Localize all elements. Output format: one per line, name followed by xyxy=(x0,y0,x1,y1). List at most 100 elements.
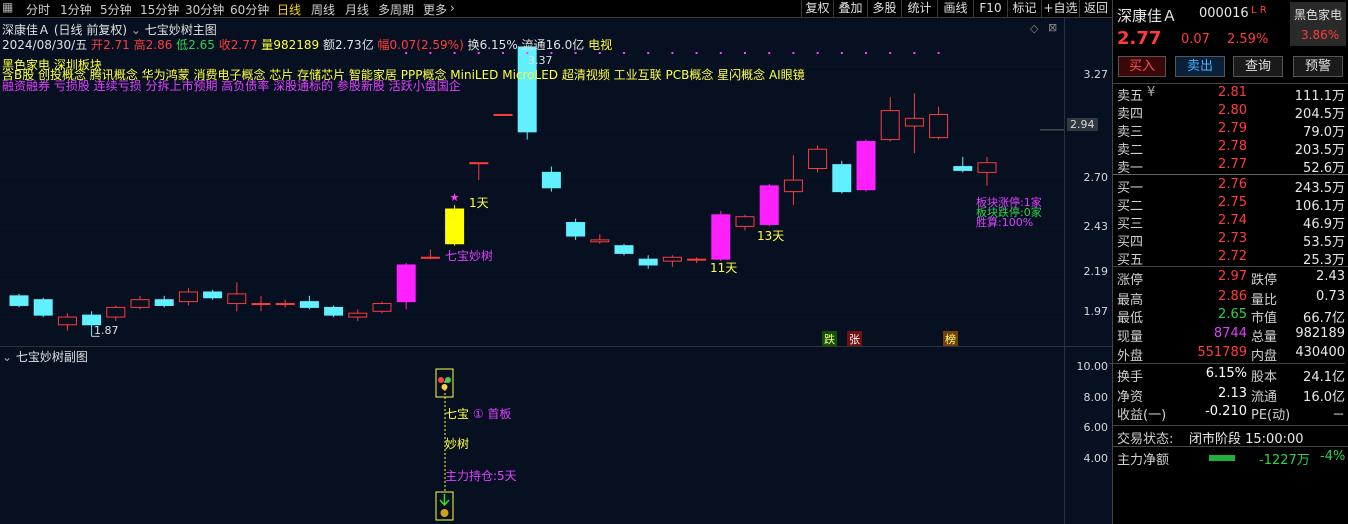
tab-1min[interactable]: 1分钟 xyxy=(60,1,92,18)
tick-label: 4.00 xyxy=(1083,452,1109,465)
alert-button[interactable]: 预警 xyxy=(1293,56,1343,77)
marker-dot xyxy=(695,52,698,54)
candle-body xyxy=(227,293,247,305)
amount-label: 额 xyxy=(322,38,335,52)
ask-row[interactable]: 卖五 ¥2.81 111.1万 xyxy=(1117,85,1345,104)
candle-body xyxy=(541,171,561,189)
bid-row[interactable]: 买一 2.76 243.5万 xyxy=(1117,177,1345,196)
marker-dot xyxy=(937,52,940,54)
ask-row[interactable]: 卖四 2.80 204.5万 xyxy=(1117,103,1345,122)
bid-row[interactable]: 买五 2.72 25.3万 xyxy=(1117,249,1345,268)
tag-die[interactable]: 跌 xyxy=(822,331,837,347)
tab-30min[interactable]: 30分钟 xyxy=(185,1,224,18)
tab-15min[interactable]: 15分钟 xyxy=(140,1,179,18)
bid-level-label: 买二 xyxy=(1117,199,1144,214)
bid-price: 2.75 xyxy=(1218,195,1247,210)
ask-row[interactable]: 卖三 2.79 79.0万 xyxy=(1117,121,1345,140)
bid-row[interactable]: 买四 2.73 53.5万 xyxy=(1117,231,1345,250)
period-toolbar: ▦ 分时 1分钟 5分钟 15分钟 30分钟 60分钟 日线 周线 月线 多周期… xyxy=(0,0,1112,18)
tab-monthly[interactable]: 月线 xyxy=(345,1,369,18)
tab-multi-period[interactable]: 多周期 xyxy=(378,1,414,18)
ask-volume: 111.1万 xyxy=(1294,89,1345,104)
tag-bang[interactable]: 榜 xyxy=(943,331,958,347)
stat-row: 涨停 2.97 跌停 2.43 xyxy=(1117,269,1345,288)
bar-date: 2024/08/30/五 xyxy=(2,38,88,52)
marker-dot xyxy=(889,52,892,54)
diamond-icon[interactable]: ◇ xyxy=(1030,22,1038,35)
tab-5min[interactable]: 5分钟 xyxy=(100,1,132,18)
chevron-right-icon[interactable]: › xyxy=(450,1,455,15)
tab-more[interactable]: 更多 xyxy=(423,1,447,18)
back-button[interactable]: 返回 xyxy=(1079,0,1112,18)
sell-button[interactable]: 卖出 xyxy=(1175,56,1225,77)
tag-info-line: 融资融券 亏损股 连续亏损 分拆上市预期 高负债率 深股通标的 参股新股 活跃小… xyxy=(2,79,461,93)
ask-price: 2.78 xyxy=(1218,139,1247,154)
candle-body xyxy=(590,239,610,243)
turnover-value: 6.15% xyxy=(479,38,518,52)
indicator-dropdown-icon[interactable]: ⌄ xyxy=(131,23,141,37)
high-marker-label: 3.37 xyxy=(528,54,553,67)
stats-button[interactable]: 统计 xyxy=(901,0,937,18)
stock-terminal: ▦ 分时 1分钟 5分钟 15分钟 30分钟 60分钟 日线 周线 月线 多周期… xyxy=(0,0,1348,524)
candle-body xyxy=(759,185,779,225)
candle-body xyxy=(106,306,126,318)
indicator-name[interactable]: 七宝妙树主图 xyxy=(145,23,217,37)
sub-chart[interactable]: ⌄ 七宝妙树副图 七宝 ① 首板 妙树 主力持仓:5天 10.00 8.00 6… xyxy=(0,346,1112,524)
turnover-label: 换 xyxy=(467,38,480,52)
tag-zhang[interactable]: 张 xyxy=(847,331,862,347)
add-watchlist-button[interactable]: +自选 xyxy=(1041,0,1079,18)
fuquan-button[interactable]: 复权 xyxy=(801,0,833,18)
candle-body xyxy=(299,301,319,308)
bid-row[interactable]: 买三 2.74 46.9万 xyxy=(1117,213,1345,232)
bid-price: 2.72 xyxy=(1218,249,1247,264)
signal-label: 七宝妙树 xyxy=(445,249,494,263)
qibao-icon xyxy=(437,371,452,395)
ask-row[interactable]: 卖一 2.77 52.6万 xyxy=(1117,157,1345,176)
marker-dot xyxy=(816,52,819,54)
tab-daily[interactable]: 日线 xyxy=(277,1,301,18)
star-icon: ★ xyxy=(450,191,460,204)
f10-button[interactable]: F10 xyxy=(973,0,1007,18)
candle-body xyxy=(203,291,223,299)
first-board-label: ① 首板 xyxy=(472,407,512,421)
tv-label[interactable]: 电视 xyxy=(588,38,612,52)
candle-body xyxy=(735,216,755,227)
grid-icon[interactable]: ▦ xyxy=(2,0,13,14)
money-bag-icon xyxy=(437,493,452,519)
candle-body xyxy=(832,164,852,193)
tab-fenshi[interactable]: 分时 xyxy=(26,1,50,18)
close-icon[interactable]: ⊠ xyxy=(1048,21,1057,34)
stat-row: 最低 2.65 市值 66.7亿 xyxy=(1117,307,1345,326)
candle-body xyxy=(348,312,368,318)
marker-dot xyxy=(913,52,916,54)
sub-indicator-plot xyxy=(435,368,454,521)
marker-dot xyxy=(840,52,843,54)
buy-button[interactable]: 买入 xyxy=(1118,56,1166,77)
candle-body xyxy=(469,162,489,165)
main-chart[interactable]: ★ 深康佳Ａ (日线 前复权) ⌄ 七宝妙树主图 ◇ ⊠ 2024/08/30/… xyxy=(0,18,1112,347)
tab-weekly[interactable]: 周线 xyxy=(311,1,335,18)
candle-body xyxy=(9,295,29,306)
float-value: 16.0亿 xyxy=(545,38,585,52)
bid-price: 2.76 xyxy=(1218,177,1247,192)
marker-dot xyxy=(865,52,867,54)
candle-body xyxy=(154,299,174,306)
bid-volume: 46.9万 xyxy=(1303,217,1345,232)
stat-row: 现量 8744 总量 982189 xyxy=(1117,326,1345,345)
multi-stock-button[interactable]: 多股 xyxy=(867,0,901,18)
tab-60min[interactable]: 60分钟 xyxy=(230,1,269,18)
candle-body xyxy=(324,306,344,316)
mark-button[interactable]: 标记 xyxy=(1007,0,1041,18)
query-button[interactable]: 查询 xyxy=(1233,56,1283,77)
overlay-button[interactable]: 叠加 xyxy=(833,0,867,18)
bid-row[interactable]: 买二 2.75 106.1万 xyxy=(1117,195,1345,214)
marker-dot xyxy=(768,52,771,54)
candle-body xyxy=(251,303,271,306)
ask-level-label: 卖三 xyxy=(1117,125,1144,140)
panel-change: 0.07 xyxy=(1181,32,1210,47)
draw-button[interactable]: 画线 xyxy=(937,0,973,18)
stat-row: 最高 2.86 量比 0.73 xyxy=(1117,289,1345,308)
marker-dot xyxy=(744,52,746,54)
net-inflow-pct: -4% xyxy=(1320,449,1346,464)
ask-row[interactable]: 卖二 2.78 203.5万 xyxy=(1117,139,1345,158)
